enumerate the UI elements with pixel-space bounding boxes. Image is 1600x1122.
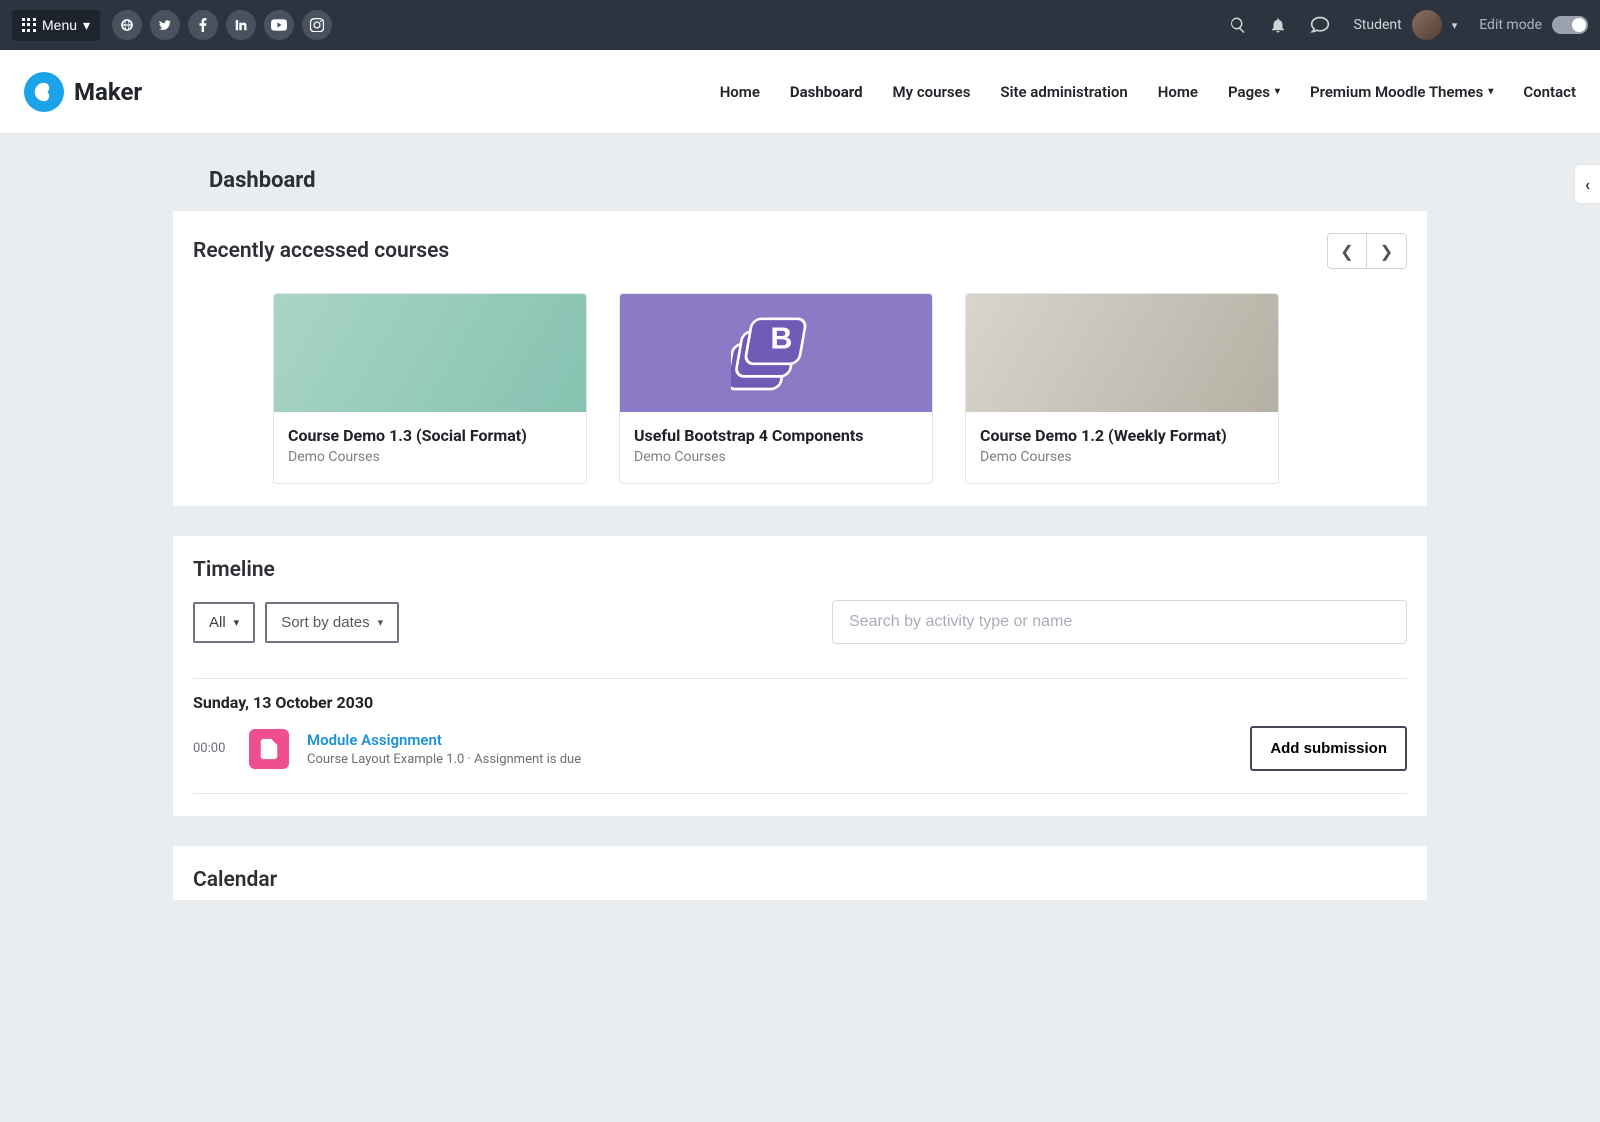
timeline-section: Timeline All ▾ Sort by dates ▾ Sunday, 1…	[173, 536, 1427, 816]
svg-text:B: B	[770, 322, 792, 356]
search-icon[interactable]	[1229, 16, 1247, 34]
recent-title: Recently accessed courses	[193, 239, 449, 263]
course-card[interactable]: Course Demo 1.2 (Weekly Format) Demo Cou…	[965, 293, 1279, 484]
brand-name: Maker	[74, 78, 142, 106]
chevron-down-icon: ▾	[234, 616, 240, 629]
timeline-item-subtitle: Course Layout Example 1.0 · Assignment i…	[307, 752, 581, 767]
course-title: Course Demo 1.2 (Weekly Format)	[980, 426, 1264, 445]
sort-label: Sort by dates	[281, 614, 369, 631]
social-icons	[112, 10, 332, 40]
edit-mode-label: Edit mode	[1479, 17, 1542, 33]
timeline-date-header: Sunday, 13 October 2030	[193, 678, 1407, 712]
nav-pages[interactable]: Pages ▾	[1228, 83, 1280, 101]
youtube-icon[interactable]	[264, 10, 294, 40]
chevron-down-icon: ▾	[1452, 19, 1458, 32]
page: Dashboard Recently accessed courses ❮ ❯ …	[173, 134, 1427, 900]
chevron-down-icon: ▾	[378, 616, 384, 629]
edit-mode-control: Edit mode	[1479, 16, 1588, 34]
course-title: Course Demo 1.3 (Social Format)	[288, 426, 572, 445]
calendar-title: Calendar	[193, 868, 1407, 892]
course-list: Course Demo 1.3 (Social Format) Demo Cou…	[193, 293, 1407, 484]
nav-contact[interactable]: Contact	[1523, 83, 1576, 101]
brand[interactable]: Maker	[24, 72, 142, 112]
main-nav: Home Dashboard My courses Site administr…	[720, 83, 1576, 101]
chat-icon[interactable]	[1309, 15, 1331, 35]
course-category: Demo Courses	[288, 449, 572, 465]
course-category: Demo Courses	[980, 449, 1264, 465]
nav-pages-label: Pages	[1228, 83, 1270, 101]
chevron-left-icon: ‹	[1585, 175, 1590, 194]
bell-icon[interactable]	[1269, 16, 1287, 34]
chevron-down-icon: ▾	[1275, 86, 1280, 97]
timeline-item: 00:00 Module Assignment Course Layout Ex…	[193, 712, 1407, 794]
top-bar: Menu ▾ Student ▾ Edit mode	[0, 0, 1600, 50]
course-title: Useful Bootstrap 4 Components	[634, 426, 918, 445]
chevron-down-icon: ▾	[1488, 86, 1493, 97]
carousel-prev-button[interactable]: ❮	[1327, 233, 1367, 269]
brand-logo-icon	[24, 72, 64, 112]
avatar	[1412, 10, 1442, 40]
instagram-icon[interactable]	[302, 10, 332, 40]
chevron-left-icon: ❮	[1340, 242, 1353, 261]
edit-mode-toggle[interactable]	[1552, 16, 1588, 34]
add-submission-button[interactable]: Add submission	[1250, 726, 1407, 771]
carousel-nav: ❮ ❯	[1327, 233, 1407, 269]
nav-themes-label: Premium Moodle Themes	[1310, 83, 1483, 101]
recent-courses-section: Recently accessed courses ❮ ❯ Course Dem…	[173, 211, 1427, 506]
timeline-item-time: 00:00	[193, 741, 231, 756]
nav-home-2[interactable]: Home	[1158, 83, 1198, 101]
course-card[interactable]: Course Demo 1.3 (Social Format) Demo Cou…	[273, 293, 587, 484]
filter-label: All	[209, 614, 226, 631]
course-thumbnail	[966, 294, 1278, 412]
timeline-item-title[interactable]: Module Assignment	[307, 731, 581, 749]
username-label: Student	[1353, 17, 1401, 33]
user-menu[interactable]: Student ▾	[1353, 10, 1457, 40]
topbar-right: Student ▾ Edit mode	[1229, 10, 1588, 40]
nav-premium-themes[interactable]: Premium Moodle Themes ▾	[1310, 83, 1493, 101]
facebook-icon[interactable]	[188, 10, 218, 40]
calendar-section: Calendar	[173, 846, 1427, 900]
chevron-down-icon: ▾	[83, 17, 90, 34]
topbar-left: Menu ▾	[12, 10, 332, 41]
twitter-icon[interactable]	[150, 10, 180, 40]
nav-site-administration[interactable]: Site administration	[1000, 83, 1127, 101]
timeline-title: Timeline	[193, 558, 1407, 582]
page-title: Dashboard	[173, 134, 1427, 211]
drawer-toggle[interactable]: ‹	[1574, 164, 1600, 204]
menu-button-label: Menu	[42, 17, 77, 33]
carousel-next-button[interactable]: ❯	[1367, 233, 1407, 269]
timeline-search-input[interactable]	[832, 600, 1407, 644]
globe-icon[interactable]	[112, 10, 142, 40]
course-category: Demo Courses	[634, 449, 918, 465]
timeline-sort[interactable]: Sort by dates ▾	[265, 602, 399, 643]
timeline-filter-all[interactable]: All ▾	[193, 602, 255, 643]
course-thumbnail	[274, 294, 586, 412]
main-nav-bar: Maker Home Dashboard My courses Site adm…	[0, 50, 1600, 134]
apps-grid-icon	[22, 18, 36, 32]
linkedin-icon[interactable]	[226, 10, 256, 40]
nav-home[interactable]: Home	[720, 83, 760, 101]
menu-button[interactable]: Menu ▾	[12, 10, 100, 41]
nav-my-courses[interactable]: My courses	[893, 83, 971, 101]
timeline-search	[832, 600, 1407, 644]
assignment-icon	[249, 729, 289, 769]
course-thumbnail: B	[620, 294, 932, 412]
course-card[interactable]: B Useful Bootstrap 4 Components Demo Cou…	[619, 293, 933, 484]
nav-dashboard[interactable]: Dashboard	[790, 83, 863, 101]
chevron-right-icon: ❯	[1380, 242, 1393, 261]
